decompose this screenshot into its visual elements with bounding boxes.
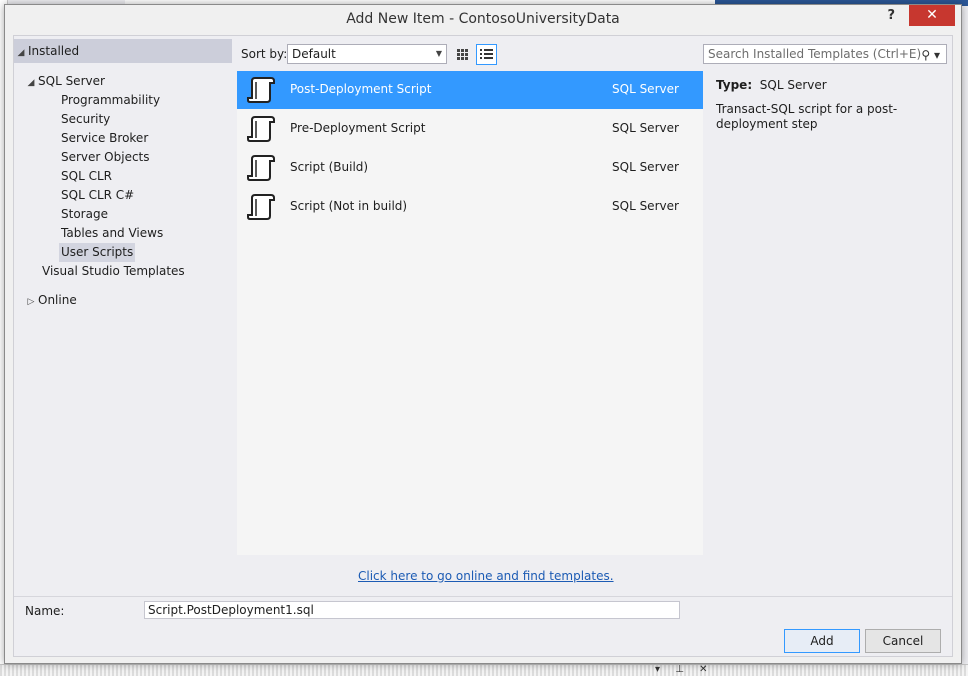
tree-node-label: Online [38, 293, 77, 307]
template-name: Post-Deployment Script [290, 82, 432, 96]
search-icon[interactable]: ⚲ ▾ [921, 46, 940, 64]
tree-node-label: Storage [61, 207, 108, 221]
tree-node-sql-clr-csharp[interactable]: SQL CLR C# [61, 186, 134, 205]
tree-node-label: Service Broker [61, 131, 149, 145]
script-file-icon [247, 155, 275, 181]
template-category: SQL Server [612, 82, 679, 96]
tree-node-label: SQL CLR C# [61, 188, 135, 202]
type-value: SQL Server [759, 78, 827, 92]
name-label: Name: [25, 604, 65, 618]
template-item-post-deployment-script[interactable]: Post-Deployment Script SQL Server [237, 71, 703, 109]
template-category-tree: ◢ Installed ◢ SQL Server Programmability S… [14, 39, 232, 599]
expanded-triangle-icon[interactable]: ◢ [24, 74, 38, 93]
tree-node-sql-server[interactable]: ◢ SQL Server [24, 72, 105, 91]
tree-node-installed[interactable]: ◢ Installed [14, 39, 232, 63]
template-category: SQL Server [612, 160, 679, 174]
tree-node-label: Programmability [61, 93, 161, 107]
tree-node-sql-clr[interactable]: SQL CLR [61, 167, 112, 186]
template-name: Script (Build) [290, 160, 369, 174]
tree-node-label: Visual Studio Templates [42, 264, 185, 278]
medium-icons-view-button[interactable] [452, 44, 473, 65]
tree-node-label: Security [61, 112, 111, 126]
sort-by-value: Default [292, 47, 336, 61]
list-view-icon [480, 49, 493, 59]
dialog-client-area: ◢ Installed ◢ SQL Server Programmability S… [13, 35, 953, 657]
ide-background-bottom [0, 664, 968, 676]
script-file-icon [247, 116, 275, 142]
template-item-script-build[interactable]: Script (Build) SQL Server [237, 149, 703, 187]
sort-by-label: Sort by: [241, 47, 288, 61]
add-button[interactable]: Add [784, 629, 860, 653]
close-button[interactable]: ✕ [909, 5, 955, 26]
template-category: SQL Server [612, 121, 679, 135]
search-templates-input[interactable]: Search Installed Templates (Ctrl+E) ⚲ ▾ [703, 44, 947, 64]
cancel-button[interactable]: Cancel [865, 629, 941, 653]
template-list: Post-Deployment Script SQL Server Pre-De… [237, 71, 703, 555]
tree-node-label: SQL CLR [61, 169, 112, 183]
ide-panel-controls[interactable]: ▾ ⊥ ✕ [655, 664, 713, 675]
tree-node-server-objects[interactable]: Server Objects [61, 148, 150, 167]
chevron-down-icon: ▼ [435, 49, 442, 58]
tree-node-label: User Scripts [61, 245, 134, 259]
title-bar: Add New Item - ContosoUniversityData ? ✕ [5, 5, 961, 33]
script-file-icon [247, 77, 275, 103]
tree-node-storage[interactable]: Storage [61, 205, 108, 224]
type-label: Type: [716, 78, 753, 92]
tree-node-visual-studio-templates[interactable]: Visual Studio Templates [42, 262, 185, 281]
template-item-script-not-in-build[interactable]: Script (Not in build) SQL Server [237, 188, 703, 226]
template-name: Script (Not in build) [290, 199, 408, 213]
template-type: Type: SQL Server [716, 78, 946, 92]
template-name: Pre-Deployment Script [290, 121, 426, 135]
details-view-button[interactable] [476, 44, 497, 65]
search-placeholder: Search Installed Templates (Ctrl+E) [708, 47, 922, 61]
tree-node-online[interactable]: ▷ Online [24, 291, 77, 310]
template-item-pre-deployment-script[interactable]: Pre-Deployment Script SQL Server [237, 110, 703, 148]
template-details-pane: Type: SQL Server Transact-SQL script for… [716, 78, 946, 132]
script-file-icon [247, 194, 275, 220]
tree-node-user-scripts[interactable]: User Scripts [59, 243, 136, 262]
name-input[interactable]: Script.PostDeployment1.sql [144, 601, 680, 619]
sort-by-dropdown[interactable]: Default ▼ [287, 44, 447, 64]
help-button[interactable]: ? [887, 8, 895, 23]
tree-node-security[interactable]: Security [61, 110, 110, 129]
find-templates-online-link[interactable]: Click here to go online and find templat… [358, 569, 614, 583]
tree-node-service-broker[interactable]: Service Broker [61, 129, 148, 148]
tree-node-label: Server Objects [61, 150, 150, 164]
divider [14, 596, 952, 597]
grid-view-icon [457, 49, 468, 60]
collapsed-triangle-icon[interactable]: ▷ [24, 293, 38, 312]
tree-node-label: Installed [28, 44, 80, 58]
add-new-item-dialog: Add New Item - ContosoUniversityData ? ✕… [4, 4, 962, 664]
template-description: Transact-SQL script for a post-deploymen… [716, 102, 898, 131]
tree-node-tables-and-views[interactable]: Tables and Views [61, 224, 163, 243]
dialog-title: Add New Item - ContosoUniversityData [346, 11, 620, 27]
tree-node-label: SQL Server [38, 74, 105, 88]
template-category: SQL Server [612, 199, 679, 213]
tree-node-label: Tables and Views [61, 226, 164, 240]
expanded-triangle-icon[interactable]: ◢ [14, 41, 28, 65]
tree-node-programmability[interactable]: Programmability [61, 91, 160, 110]
